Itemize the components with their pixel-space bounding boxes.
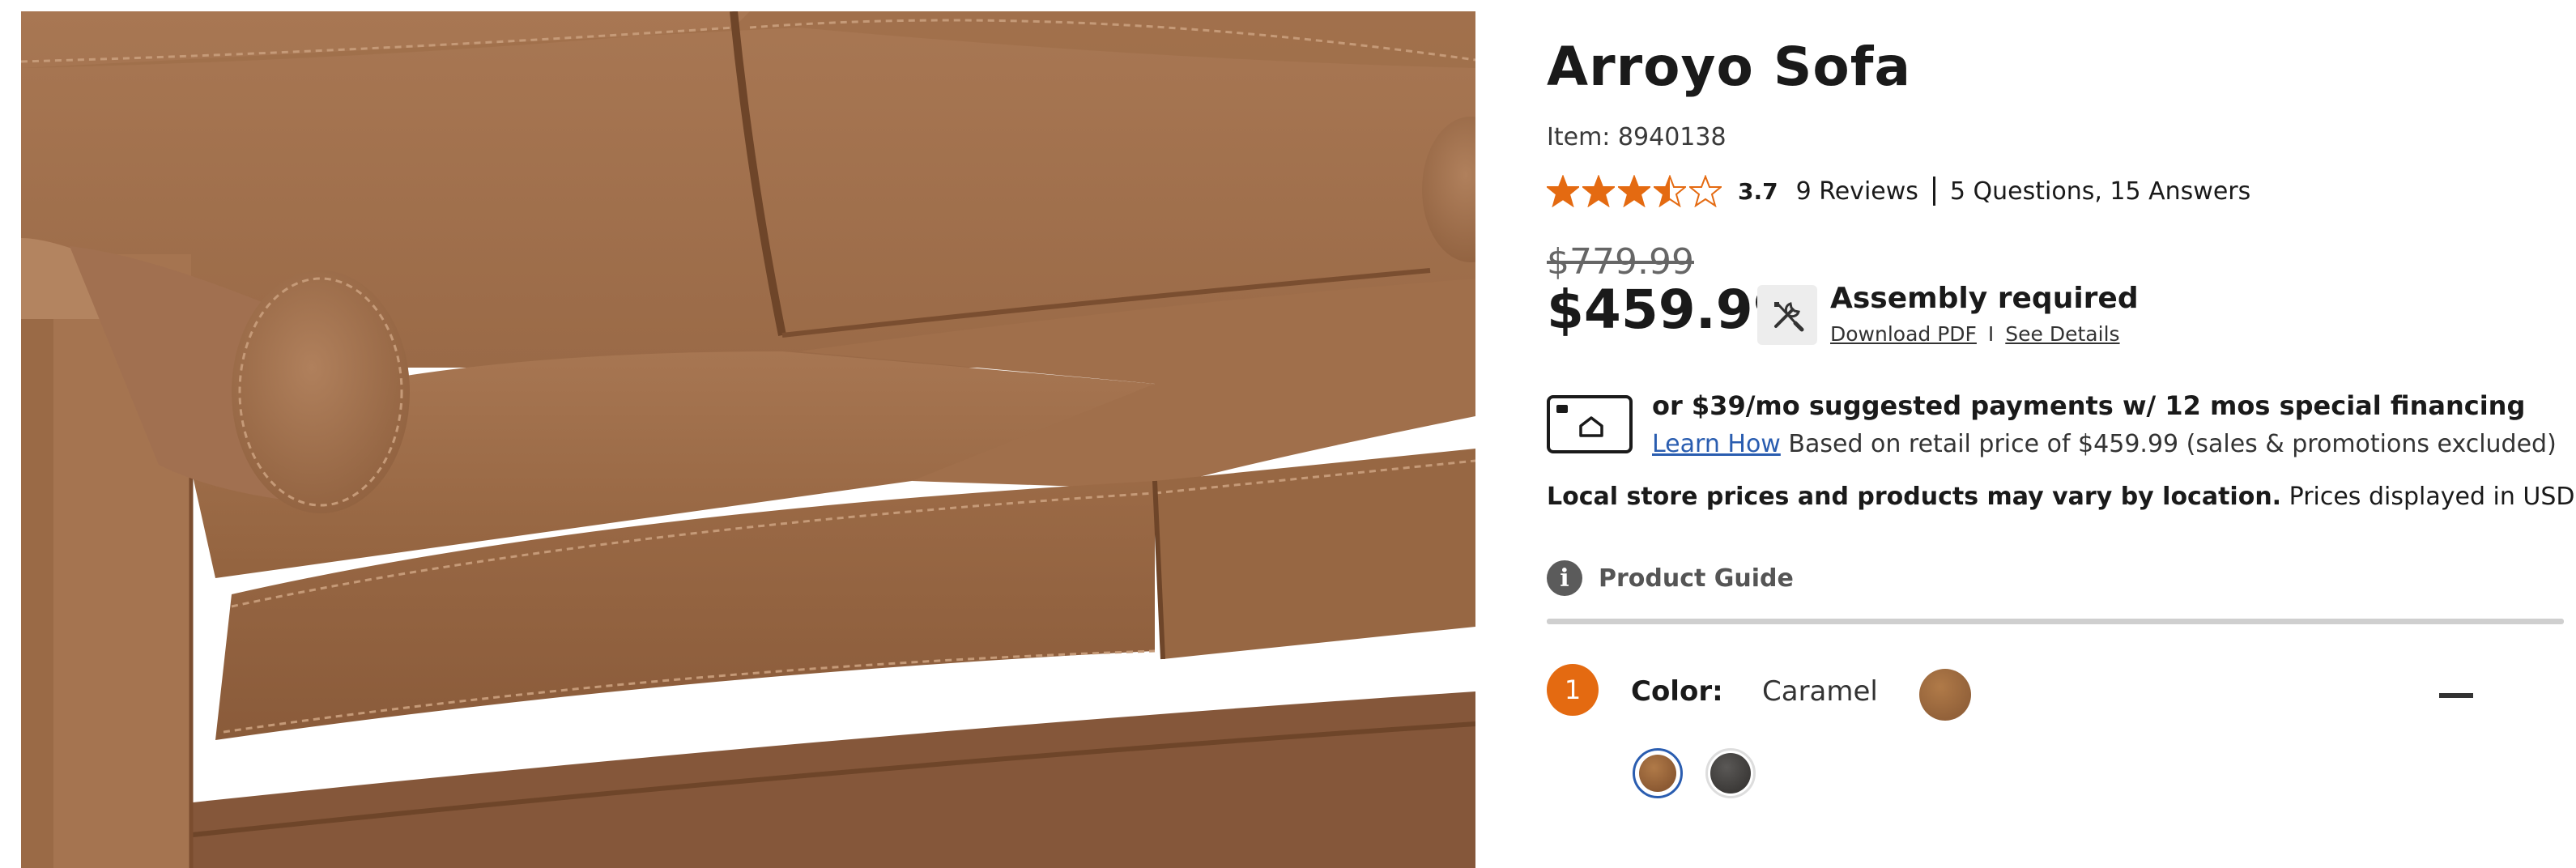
learn-how-link[interactable]: Learn How	[1652, 430, 1781, 458]
rating-value: 3.7	[1738, 177, 1778, 205]
product-image[interactable]	[21, 11, 1475, 868]
original-price: $779.99	[1547, 241, 1694, 283]
star-icon	[1547, 175, 1579, 207]
financing-offer: or $39/mo suggested payments w/ 12 mos s…	[1652, 387, 2559, 463]
swatch-charcoal[interactable]	[1705, 748, 1756, 798]
sofa-illustration	[21, 11, 1475, 868]
product-details-panel: Arroyo Sofa Item: 8940138 3.7 9 Reviews …	[1547, 0, 2576, 868]
star-icon	[1689, 175, 1722, 207]
financing-headline: or $39/mo suggested payments w/ 12 mos s…	[1652, 390, 2526, 421]
assembly-required-label: Assembly required	[1830, 282, 2139, 315]
collapse-color-section-button[interactable]	[2434, 683, 2483, 708]
local-price-note: Local store prices and products may vary…	[1547, 483, 2576, 511]
product-guide-toggle[interactable]: i Product Guide	[1547, 560, 1794, 596]
product-guide-label: Product Guide	[1599, 564, 1794, 593]
local-note-bold: Local store prices and products may vary…	[1547, 483, 2282, 511]
rating-divider	[1932, 177, 1935, 206]
star-icon	[1654, 175, 1686, 207]
assembly-links-separator: I	[1987, 322, 1995, 346]
section-divider	[1547, 619, 2564, 624]
local-note-rest: Prices displayed in USD only.	[2289, 483, 2576, 511]
see-details-link[interactable]: See Details	[2005, 322, 2119, 346]
rating-row: 3.7 9 Reviews 5 Questions, 15 Answers	[1547, 170, 2250, 212]
credit-card-icon	[1547, 395, 1633, 453]
selected-color-name: Caramel	[1762, 675, 1878, 708]
star-rating[interactable]	[1547, 175, 1722, 207]
product-title: Arroyo Sofa	[1547, 36, 1911, 98]
current-price: $459.99	[1547, 279, 1790, 341]
color-label: Color:	[1631, 675, 1723, 708]
star-icon	[1618, 175, 1650, 207]
tools-icon	[1757, 285, 1817, 345]
questions-answers-link[interactable]: 5 Questions, 15 Answers	[1950, 177, 2250, 206]
download-pdf-link[interactable]: Download PDF	[1830, 322, 1977, 346]
item-number: Item: 8940138	[1547, 123, 1727, 151]
financing-note: Based on retail price of $459.99 (sales …	[1788, 430, 2557, 458]
swatch-caramel[interactable]	[1633, 748, 1683, 798]
step-number-badge: 1	[1547, 664, 1599, 716]
reviews-link[interactable]: 9 Reviews	[1796, 177, 1918, 206]
star-icon	[1582, 175, 1615, 207]
info-icon: i	[1547, 560, 1582, 596]
assembly-links: Download PDF I See Details	[1830, 322, 2120, 346]
minus-icon	[2439, 693, 2473, 698]
selected-color-preview	[1919, 669, 1971, 721]
